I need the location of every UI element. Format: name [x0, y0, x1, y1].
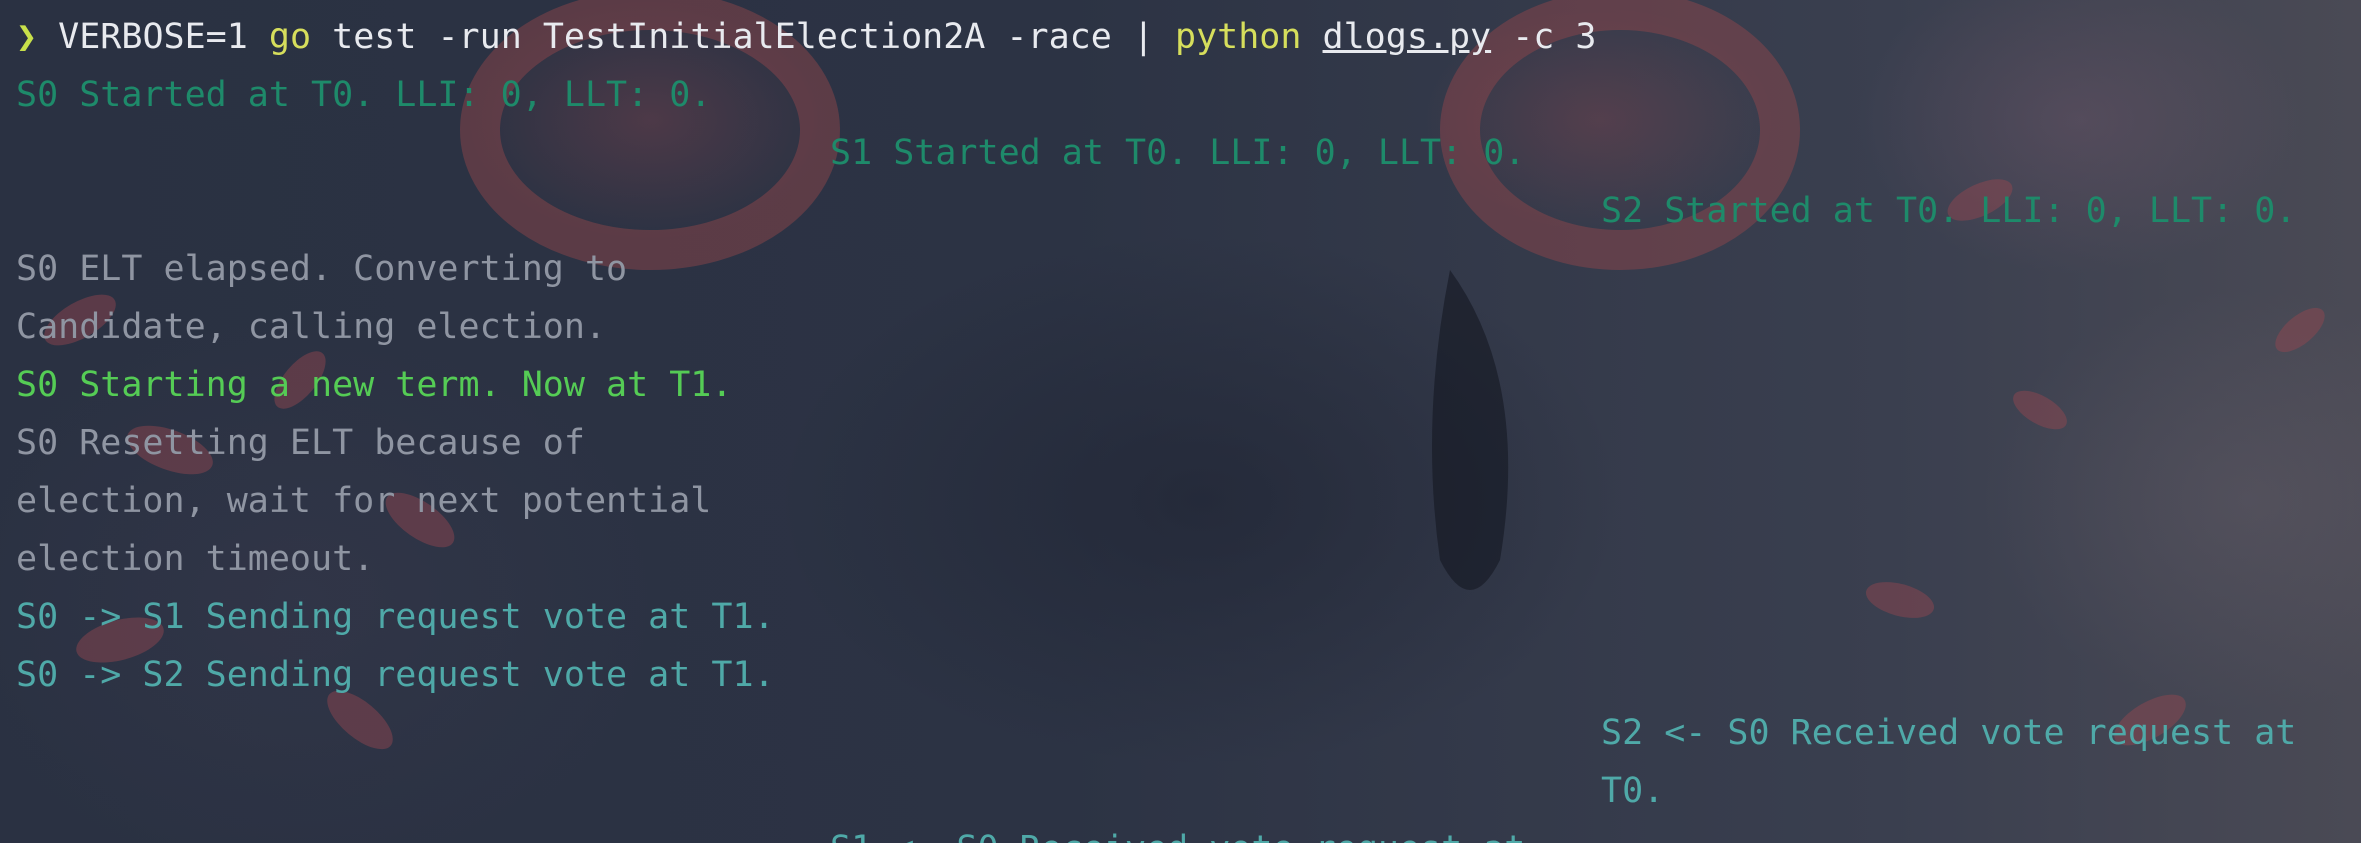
log-line-s1-started: S1 Started at T0. LLI: 0, LLT: 0.	[830, 133, 1526, 173]
log-line-s0-reset-elt-1: S0 Resetting ELT because of	[16, 423, 585, 463]
log-line-s0-vote-s2: S0 -> S2 Sending request vote at T1.	[16, 655, 775, 695]
log-line-s1-received: S1 <- S0 Received vote request at	[830, 820, 1525, 843]
log-line-s0-new-term: S0 Starting a new term. Now at T1.	[16, 365, 733, 405]
log-line-s0-elt-elapsed-1: S0 ELT elapsed. Converting to	[16, 249, 628, 289]
log-line-s0-vote-s1: S0 -> S1 Sending request vote at T1.	[16, 597, 775, 637]
command-pipe-bin: python	[1175, 17, 1302, 57]
log-line-s2-received-2: T0.	[1601, 771, 1665, 811]
command-args: test -run TestInitialElection2A -race |	[332, 17, 1154, 57]
terminal-output: ❯ VERBOSE=1 go test -run TestInitialElec…	[0, 0, 2361, 843]
log-line-s0-reset-elt-2: election, wait for next potential	[16, 481, 712, 521]
prompt-arrow-icon: ❯	[16, 17, 38, 57]
log-line-s0-elt-elapsed-2: Candidate, calling election.	[16, 307, 607, 347]
log-line-s0-reset-elt-3: election timeout.	[16, 539, 375, 579]
log-line-s0-started: S0 Started at T0. LLI: 0, LLT: 0.	[16, 75, 712, 115]
command-script-link[interactable]: dlogs.py	[1323, 17, 1492, 57]
command-script-args: -c 3	[1512, 17, 1597, 57]
command-bin: go	[268, 17, 312, 57]
log-line-s2-started: S2 Started at T0. LLI: 0, LLT: 0.	[1601, 191, 2297, 231]
command-line: ❯ VERBOSE=1 go test -run TestInitialElec…	[16, 8, 1596, 66]
command-env: VERBOSE=1	[58, 17, 248, 57]
log-line-s2-received-1: S2 <- S0 Received vote request at	[1601, 713, 2297, 753]
